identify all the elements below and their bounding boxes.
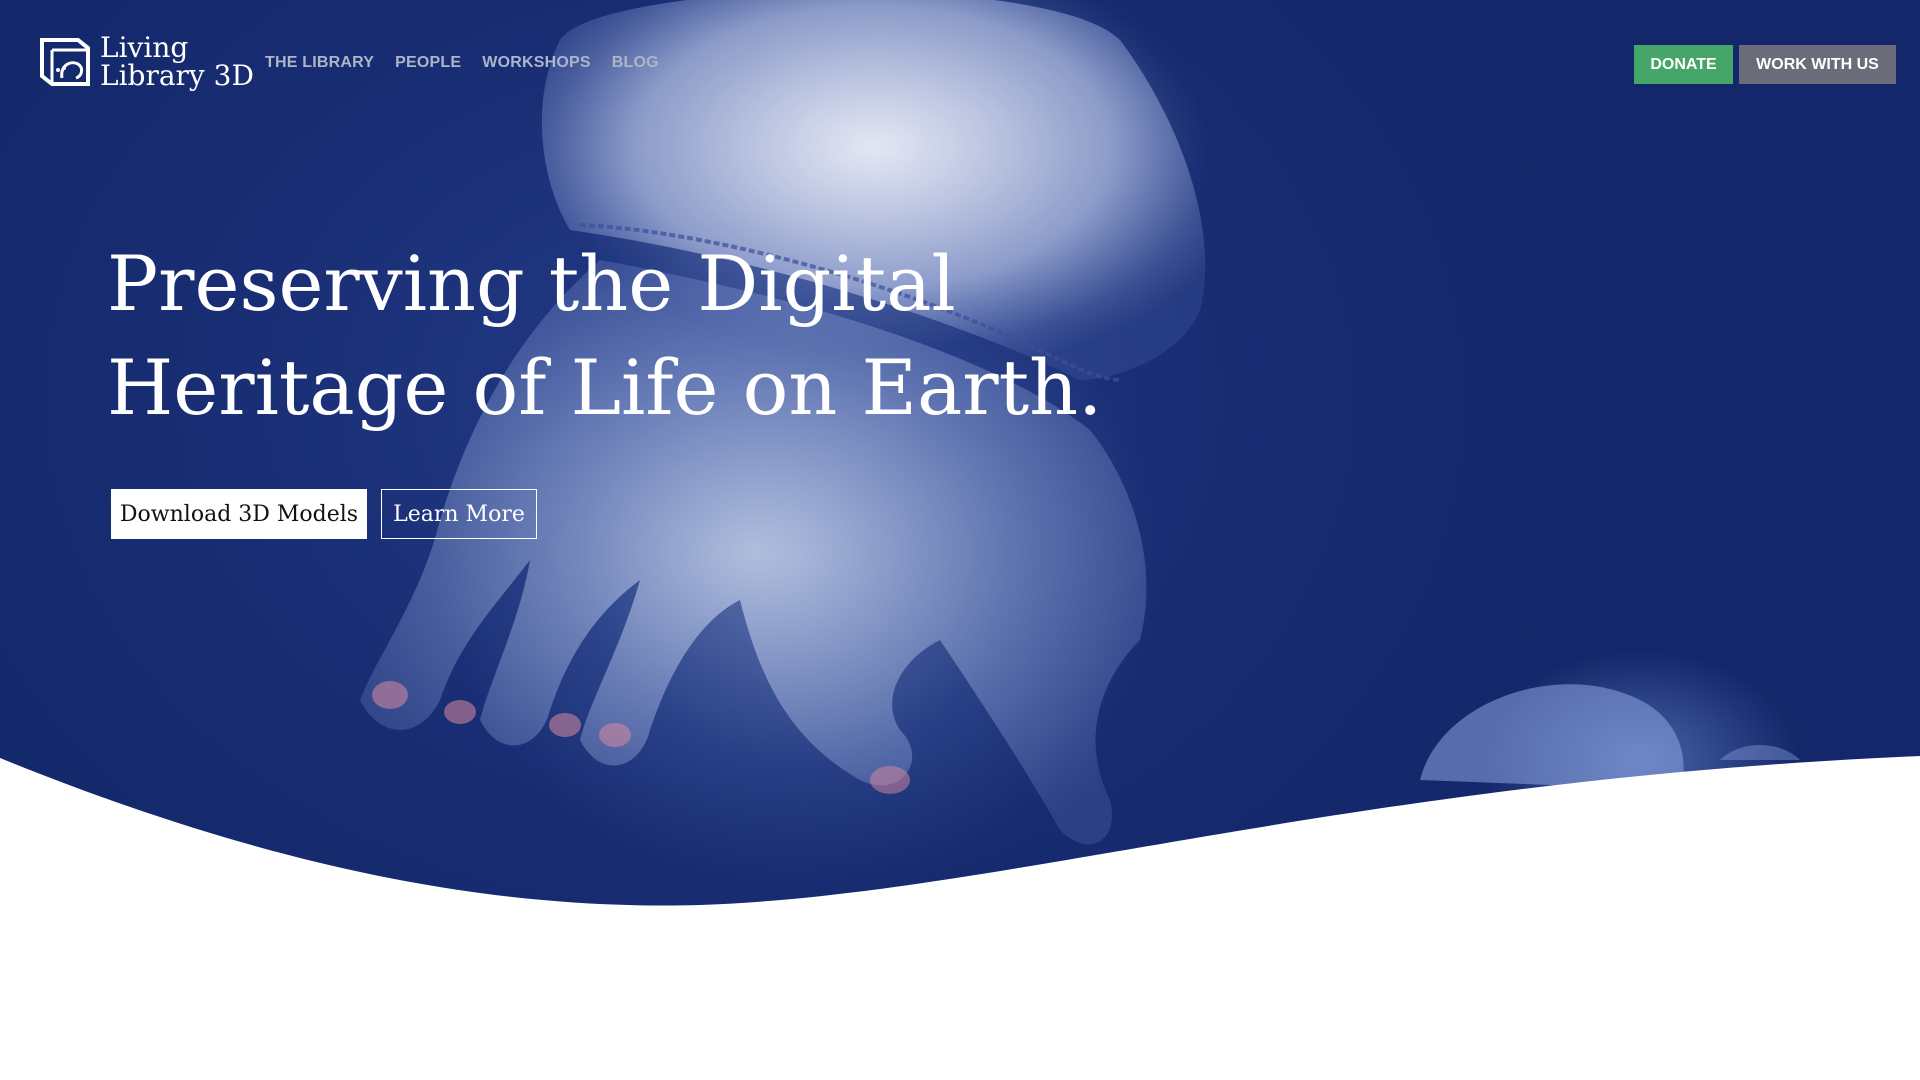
nav-item-workshops[interactable]: WORKSHOPS xyxy=(482,54,590,72)
site-logo[interactable]: Living Library 3D xyxy=(38,34,254,90)
work-with-us-button[interactable]: WORK WITH US xyxy=(1739,45,1896,84)
hero-headline-line-2: Heritage of Life on Earth. xyxy=(107,343,1103,432)
hero-wave-divider xyxy=(0,756,1920,1080)
logo-wordmark: Living Library 3D xyxy=(100,34,254,90)
hero-headline: Preserving the Digital Heritage of Life … xyxy=(107,232,1107,440)
living-library-logo-icon xyxy=(40,38,90,86)
nav-item-people[interactable]: PEOPLE xyxy=(395,54,461,72)
logo-line-1: Living xyxy=(100,31,189,64)
donate-button[interactable]: DONATE xyxy=(1634,45,1733,84)
hero-background xyxy=(0,0,1920,1080)
nav-item-the-library[interactable]: THE LIBRARY xyxy=(265,54,374,72)
main-nav: THE LIBRARY PEOPLE WORKSHOPS BLOG xyxy=(265,54,659,72)
nav-item-blog[interactable]: BLOG xyxy=(612,54,659,72)
hero-headline-line-1: Preserving the Digital xyxy=(107,239,956,328)
logo-line-2: Library 3D xyxy=(100,59,254,92)
download-3d-models-button[interactable]: Download 3D Models xyxy=(111,489,367,539)
page: Living Library 3D THE LIBRARY PEOPLE WOR… xyxy=(0,0,1920,1080)
learn-more-button[interactable]: Learn More xyxy=(381,489,537,539)
